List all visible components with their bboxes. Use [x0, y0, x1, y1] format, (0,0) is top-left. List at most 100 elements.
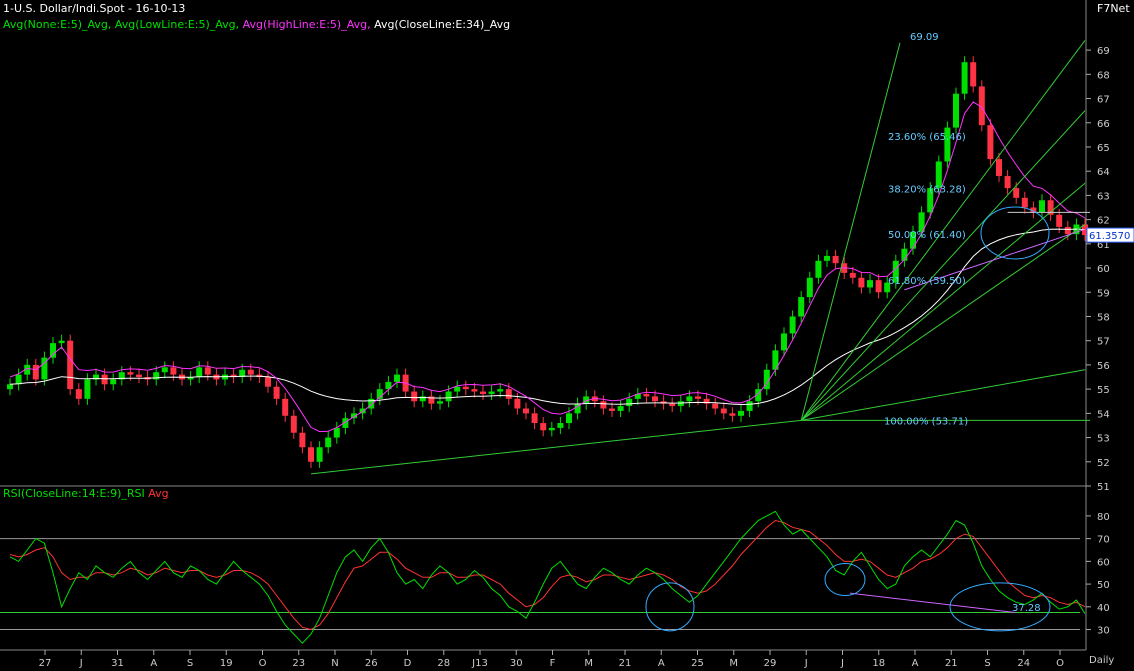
candle-body: [540, 423, 547, 431]
candle-body: [781, 333, 787, 351]
rsi-tick-label: 30: [1097, 626, 1110, 637]
candle-body: [849, 272, 856, 278]
fib-level-label: 50.00% (61.40): [888, 230, 966, 241]
time-tick-label: S: [187, 658, 193, 669]
candle-body: [462, 386, 469, 390]
time-tick-label: 28: [437, 658, 450, 669]
candle-body: [471, 389, 478, 392]
candle-body: [67, 340, 74, 390]
price-tick-label: 56: [1097, 361, 1110, 372]
candle-body: [643, 393, 650, 397]
candle-body: [161, 367, 168, 373]
rsi-ellipse-2: [824, 563, 866, 597]
fan-line: [800, 182, 1086, 421]
time-tick-label: D: [404, 658, 412, 669]
candle-body: [110, 379, 117, 385]
fib-level-label: 38.20% (63.28): [888, 185, 966, 196]
highlight-ellipse: [980, 206, 1050, 260]
candle-body: [333, 427, 340, 438]
time-tick-label: 19: [220, 658, 233, 669]
candle-body: [789, 316, 796, 334]
candle-body: [7, 384, 13, 390]
candle-body: [987, 125, 994, 160]
candle-body: [454, 386, 461, 392]
candle-body: [858, 277, 865, 288]
fan-line: [801, 369, 1086, 421]
candle-body: [712, 403, 719, 409]
candle-body: [437, 401, 443, 404]
time-tick-label: N: [331, 658, 338, 669]
rsi-tick-label: 70: [1097, 535, 1110, 546]
candle-body: [273, 386, 280, 399]
rsi-tick-label: 60: [1097, 557, 1110, 568]
time-tick-label: 26: [365, 658, 378, 669]
candle-body: [548, 427, 555, 431]
time-tick-label: 18: [872, 658, 885, 669]
candle-body: [566, 413, 572, 424]
candle-body: [196, 367, 203, 378]
candle-body: [617, 406, 624, 411]
candle-body: [996, 159, 1002, 177]
candle-body: [875, 280, 882, 293]
price-tick-label: 57: [1097, 337, 1110, 348]
rsi-series-avg: [9, 519, 1086, 631]
candle-body: [557, 423, 564, 428]
time-tick-label: M: [729, 658, 738, 669]
price-tick-label: 69: [1097, 46, 1110, 57]
fan-line: [800, 224, 1086, 421]
candle-body: [299, 432, 306, 448]
time-tick-label: 29: [764, 658, 777, 669]
price-tick-label: 60: [1097, 264, 1110, 275]
candle-body: [394, 374, 400, 382]
candle-body: [75, 389, 82, 399]
candle-body: [609, 408, 615, 411]
candle-body: [729, 413, 736, 416]
candle-body: [523, 408, 529, 414]
candle-body: [686, 396, 693, 402]
candle-body: [531, 413, 538, 424]
candle-body: [505, 389, 512, 399]
fan-line: [800, 42, 901, 421]
candle-body: [806, 277, 813, 298]
ma-high-line: [9, 101, 1086, 433]
time-tick-label: A: [150, 658, 157, 669]
candle-body: [84, 379, 91, 399]
price-tick-label: 55: [1097, 385, 1110, 396]
candle-body: [738, 410, 744, 416]
last-price-label: 61.3570: [1089, 231, 1130, 242]
price-tick-label: 63: [1097, 191, 1110, 202]
time-tick-label: 24: [1017, 658, 1030, 669]
rsi-tick-label: 80: [1097, 512, 1110, 523]
price-tick-label: 53: [1097, 434, 1110, 445]
time-tick-label: J: [804, 658, 808, 669]
candle-body: [411, 391, 418, 402]
candle-body: [101, 374, 108, 385]
time-tick-label: O: [259, 658, 267, 669]
time-tick-label: J: [79, 658, 83, 669]
price-tick-label: 62: [1097, 216, 1110, 227]
price-tick-label: 68: [1097, 70, 1110, 81]
candle-body: [58, 340, 65, 344]
candle-body: [600, 401, 607, 409]
time-tick-label: F: [550, 658, 556, 669]
candle-body: [1004, 176, 1011, 189]
candle-body: [652, 396, 658, 402]
time-tick-label: A: [912, 658, 919, 669]
candle-body: [497, 389, 504, 392]
candle-body: [798, 297, 805, 317]
rsi-divergence-line: [849, 592, 1016, 613]
rsi-tick-label: 40: [1097, 603, 1110, 614]
fib-level-label: 100.00% (53.71): [884, 416, 968, 427]
trend-support-line: [310, 419, 802, 475]
price-chart[interactable]: 100.00% (53.71) 61.80% (59.50) 50.00% (61.…: [0, 0, 1134, 671]
fib-level-label: 69.09: [910, 32, 939, 43]
candle-body: [50, 343, 56, 358]
time-tick-label: 21: [945, 658, 958, 669]
candle-body: [1039, 200, 1045, 213]
candle-body: [1056, 214, 1063, 227]
candle-body: [953, 93, 959, 128]
time-tick-label: 25: [691, 658, 704, 669]
fib-level-label: 23.60% (65.46): [888, 132, 966, 143]
candle-body: [204, 367, 211, 375]
candle-body: [626, 398, 633, 407]
